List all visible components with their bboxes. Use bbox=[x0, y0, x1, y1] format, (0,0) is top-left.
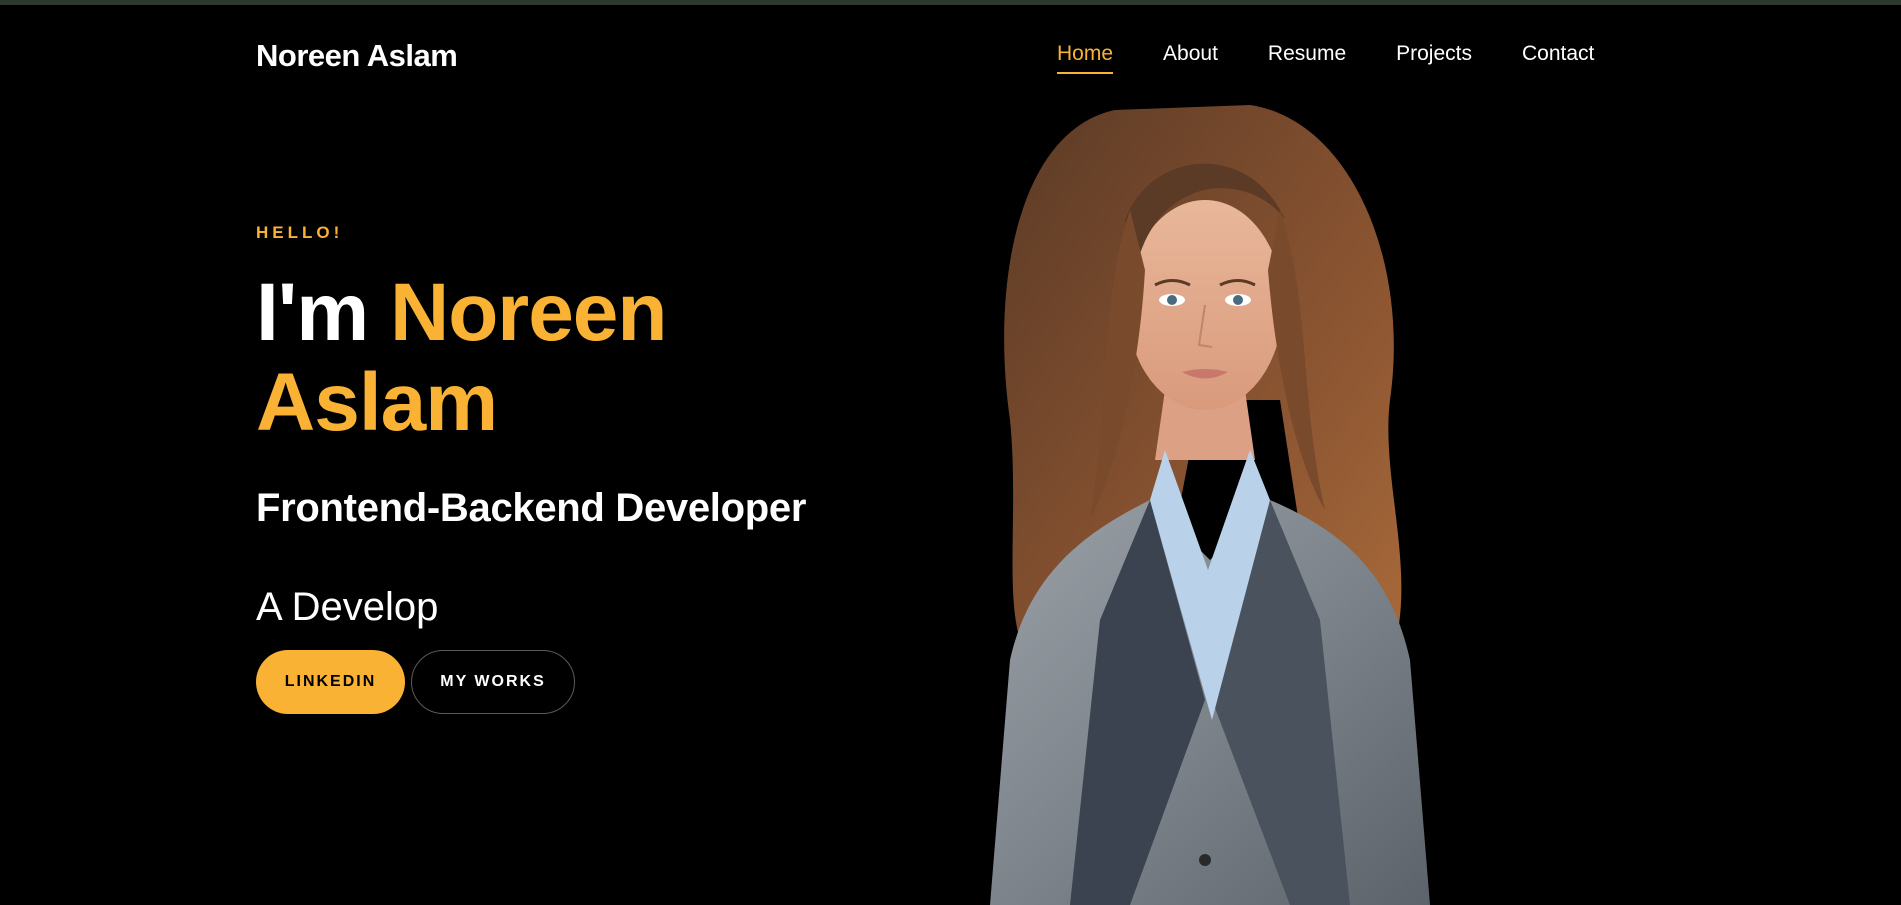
my-works-button[interactable]: MY WORKS bbox=[411, 650, 575, 714]
nav-item-resume[interactable]: Resume bbox=[1268, 42, 1346, 74]
page: Noreen Aslam Home About Resume Projects … bbox=[0, 0, 1901, 905]
headline-prefix: I'm bbox=[256, 267, 390, 358]
headline-name-first: Noreen bbox=[389, 267, 668, 358]
linkedin-button[interactable]: LINKEDIN bbox=[256, 650, 405, 714]
hero-buttons: LINKEDIN MY WORKS bbox=[256, 650, 575, 714]
brand-logo[interactable]: Noreen Aslam bbox=[256, 38, 458, 74]
hero-headline: I'm Noreen Aslam bbox=[256, 268, 816, 448]
hero-typed-text: A Develop bbox=[256, 585, 439, 629]
headline-name-last: Aslam bbox=[256, 357, 498, 448]
profile-portrait-image bbox=[990, 105, 1430, 905]
main-nav: Home About Resume Projects Contact bbox=[1057, 42, 1644, 74]
nav-item-home[interactable]: Home bbox=[1057, 42, 1114, 74]
nav-item-contact[interactable]: Contact bbox=[1522, 42, 1594, 74]
top-strip bbox=[0, 0, 1901, 5]
nav-item-about[interactable]: About bbox=[1163, 42, 1218, 74]
nav-item-projects[interactable]: Projects bbox=[1396, 42, 1472, 74]
hero-greeting: HELLO! bbox=[256, 223, 344, 242]
hero-role: Frontend-Backend Developer bbox=[256, 486, 807, 530]
